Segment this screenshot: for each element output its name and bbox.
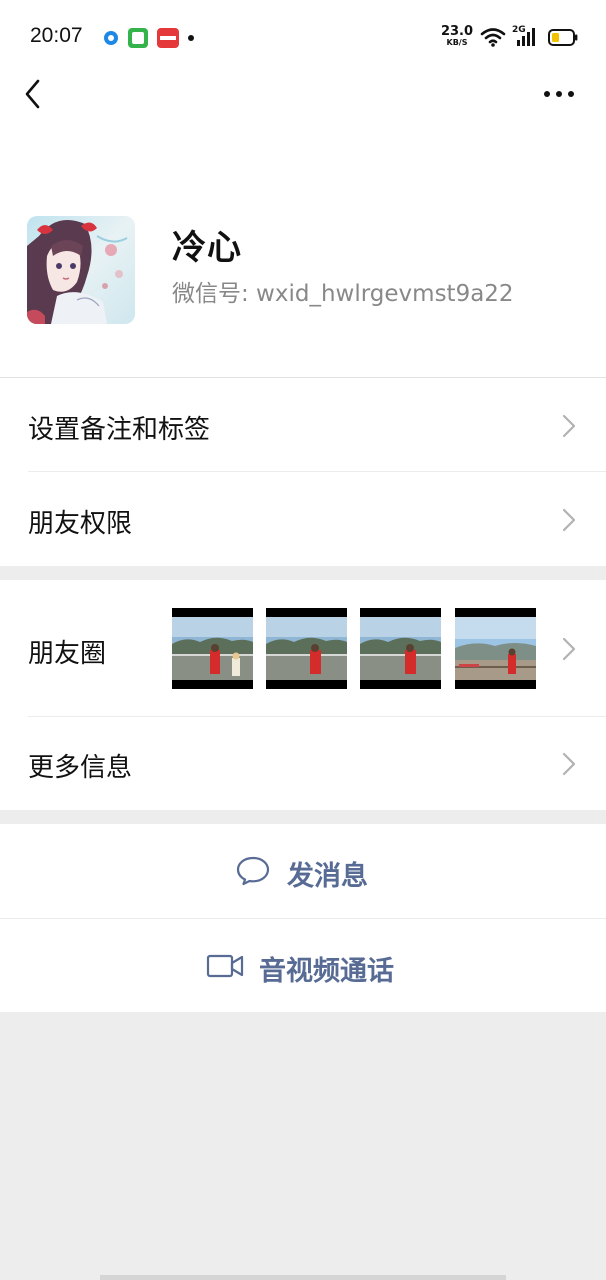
browser-notification-icon [101,28,121,48]
status-bar: 20:07 23.0 KB/S 2G [0,0,606,76]
chevron-right-icon [562,414,576,438]
contact-actions-group: 发消息 音视频通话 [0,824,606,1012]
back-icon[interactable] [18,76,50,114]
calendar-app-notification-icon [128,28,148,48]
set-remark-and-tags-label: 设置备注和标签 [28,415,211,445]
contact-name: 冷心 [172,228,242,268]
moments-row[interactable]: 朋友圈 [0,580,606,716]
set-remark-and-tags-row[interactable]: 设置备注和标签 [0,378,606,472]
moments-photo-thumbnail [455,608,536,689]
contact-settings-group: 设置备注和标签 朋友权限 [0,378,606,566]
send-message-label: 发消息 [287,861,368,892]
network-speed-unit: KB/S [446,38,468,47]
more-notifications-dot-icon [188,35,194,41]
friend-permissions-label: 朋友权限 [28,509,133,539]
more-info-label: 更多信息 [28,753,133,783]
chat-bubble-icon [236,856,270,886]
avatar[interactable] [27,216,135,324]
moments-group: 朋友圈 更多信息 [0,580,606,810]
battery-icon [548,29,578,46]
more-info-row[interactable]: 更多信息 [0,717,606,810]
chevron-right-icon [562,752,576,776]
audio-video-call-label: 音视频通话 [259,956,394,987]
moments-photo-thumbnail [172,608,253,689]
signal-strength-icon [517,28,535,46]
wifi-icon [480,28,506,47]
profile-header: 冷心 微信号: wxid_hwlrgevmst9a22 [0,136,606,377]
contact-profile-screen: 20:07 23.0 KB/S 2G 冷心 微信号: wxid_hwlrgevm… [0,0,606,1280]
moments-photo-thumbnail [360,608,441,689]
more-options-icon[interactable] [538,82,580,106]
network-speed: 23.0 KB/S [440,25,474,47]
chevron-right-icon [562,637,576,661]
moments-label: 朋友圈 [28,639,107,669]
avatar-illustration [27,216,135,324]
video-camera-icon [206,954,244,978]
network-speed-value: 23.0 [440,24,474,39]
friend-permissions-row[interactable]: 朋友权限 [0,472,606,566]
wechat-id: 微信号: wxid_hwlrgevmst9a22 [172,281,514,307]
moments-photo-thumbnail [266,608,347,689]
navigation-bar [0,76,606,136]
send-message-button[interactable]: 发消息 [0,824,606,918]
audio-video-call-button[interactable]: 音视频通话 [0,919,606,1013]
toutiao-app-notification-icon [157,28,179,48]
chevron-right-icon [562,508,576,532]
gesture-navigation-bar[interactable] [100,1275,506,1280]
status-time: 20:07 [30,24,83,47]
